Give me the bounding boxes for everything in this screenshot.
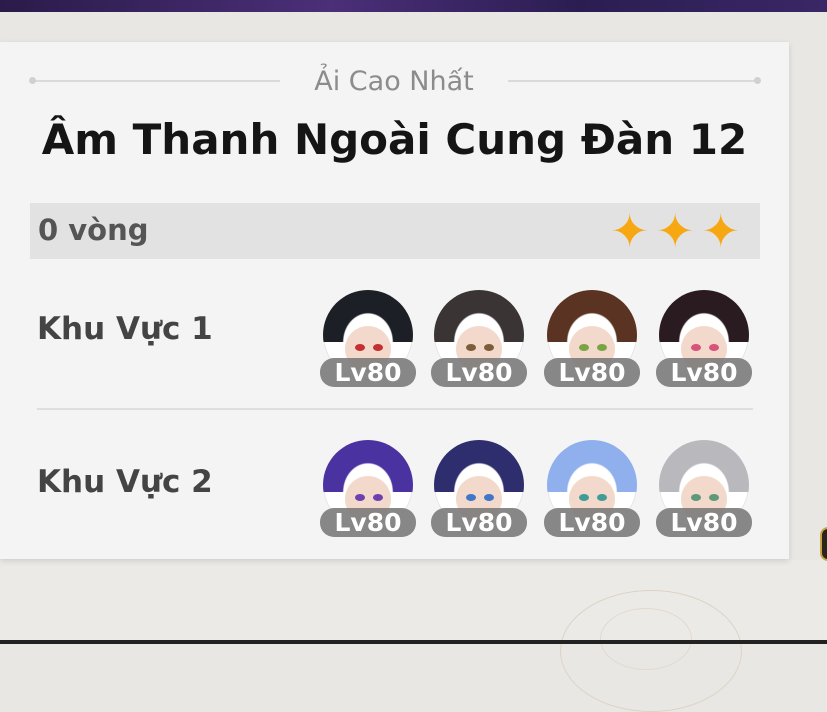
character-avatar[interactable]: Lv80 <box>431 290 527 387</box>
portrait-eye <box>466 344 476 351</box>
character-avatar[interactable]: Lv80 <box>656 440 752 537</box>
star-icon: ✦ <box>701 204 740 258</box>
highest-stage-card: Ải Cao Nhất Âm Thanh Ngoài Cung Đàn 12 0… <box>0 42 789 559</box>
level-badge: Lv80 <box>656 358 752 387</box>
portrait-eye <box>579 494 589 501</box>
zone-1-label: Khu Vực 1 <box>37 311 213 347</box>
portrait-hair <box>659 290 749 342</box>
character-avatar[interactable]: Lv80 <box>320 440 416 537</box>
portrait-hair <box>547 440 637 492</box>
zone-divider <box>37 408 753 410</box>
side-knob[interactable] <box>820 527 827 561</box>
star-rating: ✦ ✦ ✦ <box>610 207 740 255</box>
character-avatar[interactable]: Lv80 <box>544 290 640 387</box>
portrait-hair <box>434 290 524 342</box>
level-badge: Lv80 <box>320 508 416 537</box>
portrait-eye <box>597 494 607 501</box>
portrait-hair <box>659 440 749 492</box>
level-badge: Lv80 <box>431 508 527 537</box>
portrait-eye <box>709 494 719 501</box>
card-header: Ải Cao Nhất <box>29 66 761 97</box>
top-banner <box>0 0 827 12</box>
rounds-label: 0 vòng <box>38 213 149 247</box>
portrait-eye <box>579 344 589 351</box>
character-avatar[interactable]: Lv80 <box>431 440 527 537</box>
star-icon: ✦ <box>610 204 649 258</box>
level-badge: Lv80 <box>320 358 416 387</box>
header-label: Ải Cao Nhất <box>314 66 474 97</box>
portrait-hair <box>547 290 637 342</box>
zone-2-label: Khu Vực 2 <box>37 464 213 500</box>
header-divider-left <box>30 80 280 82</box>
level-badge: Lv80 <box>431 358 527 387</box>
portrait-hair <box>323 290 413 342</box>
stage-title: Âm Thanh Ngoài Cung Đàn 12 <box>41 115 748 164</box>
portrait-eye <box>373 344 383 351</box>
character-avatar[interactable]: Lv80 <box>544 440 640 537</box>
decorative-ring <box>600 608 692 670</box>
portrait-eye <box>355 494 365 501</box>
portrait-eye <box>484 344 494 351</box>
portrait-hair <box>434 440 524 492</box>
level-badge: Lv80 <box>544 358 640 387</box>
character-avatar[interactable]: Lv80 <box>320 290 416 387</box>
portrait-eye <box>484 494 494 501</box>
portrait-eye <box>691 344 701 351</box>
portrait-eye <box>691 494 701 501</box>
character-avatar[interactable]: Lv80 <box>656 290 752 387</box>
portrait-eye <box>709 344 719 351</box>
rounds-bar: 0 vòng ✦ ✦ ✦ <box>30 203 760 259</box>
level-badge: Lv80 <box>656 508 752 537</box>
header-divider-right <box>508 80 758 82</box>
bottom-edge <box>0 640 827 644</box>
star-icon: ✦ <box>655 204 695 258</box>
level-badge: Lv80 <box>544 508 640 537</box>
header-dot-right <box>754 77 761 84</box>
portrait-eye <box>466 494 476 501</box>
portrait-hair <box>323 440 413 492</box>
portrait-eye <box>597 344 607 351</box>
portrait-eye <box>373 494 383 501</box>
portrait-eye <box>355 344 365 351</box>
header-dot-left <box>29 77 36 84</box>
